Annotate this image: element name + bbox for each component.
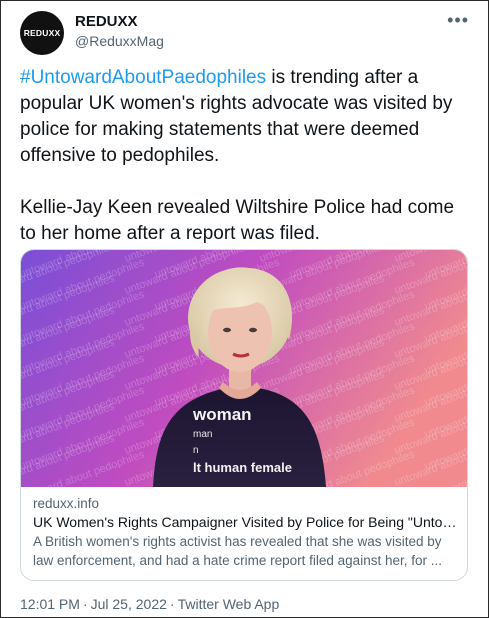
tweet-paragraph-2: Kellie-Jay Keen revealed Wiltshire Polic… bbox=[20, 197, 455, 244]
tweet-container: REDUXX REDUXX @ReduxxMag ••• #UntowardAb… bbox=[0, 0, 489, 618]
card-meta: reduxx.info UK Women's Rights Campaigner… bbox=[33, 495, 458, 570]
shirt-text-1: woman bbox=[192, 405, 252, 424]
more-options-icon[interactable]: ••• bbox=[447, 11, 469, 29]
author-names: REDUXX @ReduxxMag bbox=[75, 12, 164, 51]
separator: · bbox=[82, 596, 88, 612]
avatar[interactable]: REDUXX bbox=[20, 11, 64, 55]
card-description: A British women's rights activist has re… bbox=[33, 534, 442, 568]
tweet-source[interactable]: Twitter Web App bbox=[178, 596, 280, 612]
tweet-text: #UntowardAboutPaedophiles is trending af… bbox=[20, 65, 475, 247]
hashtag-link[interactable]: #UntowardAboutPaedophiles bbox=[20, 67, 266, 88]
tweet-footer: 12:01 PM · Jul 25, 2022 · Twitter Web App bbox=[20, 595, 279, 613]
shirt-text-3: n bbox=[193, 445, 199, 456]
tweet-date[interactable]: Jul 25, 2022 bbox=[91, 596, 167, 612]
avatar-logo-text: REDUXX bbox=[23, 28, 61, 38]
separator: · bbox=[169, 596, 175, 612]
display-name[interactable]: REDUXX bbox=[75, 12, 164, 31]
shirt-text-2: man bbox=[193, 429, 212, 440]
link-card[interactable]: untoward about pedophilesuntoward about … bbox=[20, 249, 468, 581]
tweet-time[interactable]: 12:01 PM bbox=[20, 596, 80, 612]
user-handle[interactable]: @ReduxxMag bbox=[75, 31, 164, 51]
tweet-paragraph-1: #UntowardAboutPaedophiles is trending af… bbox=[20, 65, 475, 169]
tweet-header: REDUXX REDUXX @ReduxxMag ••• bbox=[20, 11, 475, 56]
card-title[interactable]: UK Women's Rights Campaigner Visited by … bbox=[33, 513, 458, 532]
shirt-text-4: lt human female bbox=[193, 460, 292, 475]
card-image[interactable]: untoward about pedophilesuntoward about … bbox=[21, 250, 467, 487]
card-domain: reduxx.info bbox=[33, 496, 100, 511]
card-image-graphic: untoward about pedophilesuntoward about … bbox=[21, 250, 467, 487]
